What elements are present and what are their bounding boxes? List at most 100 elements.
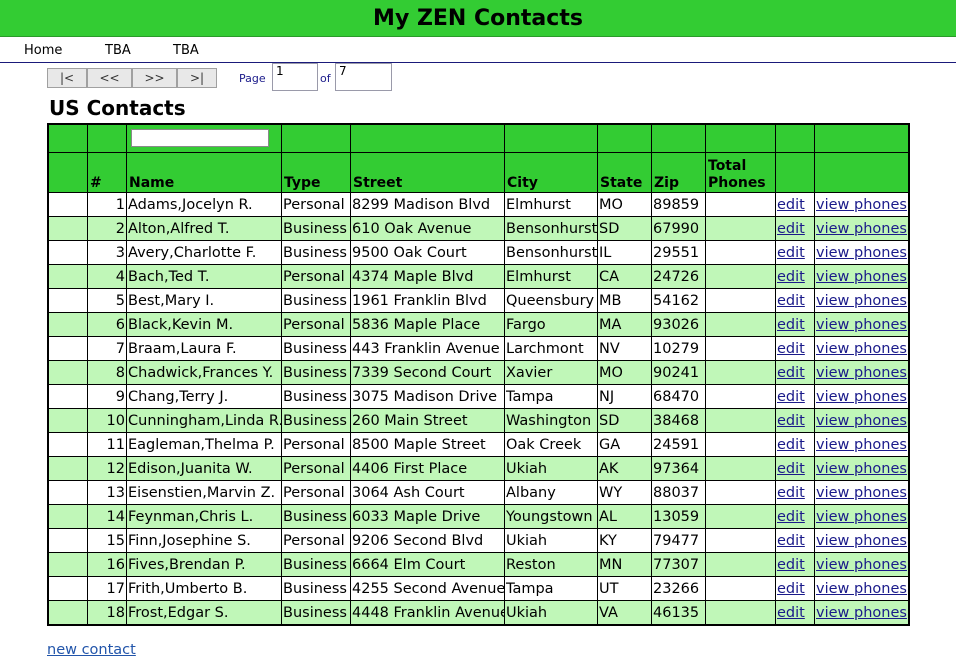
number-cell: 16 (88, 553, 126, 576)
edit-link[interactable]: edit (777, 317, 805, 333)
city-cell: Xavier (505, 361, 597, 384)
state-cell: SD (598, 409, 651, 432)
column-header-city[interactable]: City (505, 153, 597, 192)
type-cell: Business (282, 217, 350, 240)
zip-cell: 77307 (652, 553, 705, 576)
street-cell: 5836 Maple Place (351, 313, 504, 336)
view-phones-link[interactable]: view phones (816, 365, 907, 381)
view-phones-link[interactable]: view phones (816, 389, 907, 405)
edit-link[interactable]: edit (777, 605, 805, 621)
table-row[interactable]: 11 Eagleman,Thelma P. Personal 8500 Maple S… (49, 433, 908, 456)
view-phones-link[interactable]: view phones (816, 341, 907, 357)
view-phones-link[interactable]: view phones (816, 245, 907, 261)
edit-link[interactable]: edit (777, 533, 805, 549)
table-row[interactable]: 12 Edison,Juanita W. Personal 4406 First Pl… (49, 457, 908, 480)
edit-link[interactable]: edit (777, 389, 805, 405)
edit-link[interactable]: edit (777, 413, 805, 429)
edit-link[interactable]: edit (777, 437, 805, 453)
view-phones-link[interactable]: view phones (816, 605, 907, 621)
table-row[interactable]: 10 Cunningham,Linda R. Business 260 Main St… (49, 409, 908, 432)
view-phones-link[interactable]: view phones (816, 437, 907, 453)
view-phones-link[interactable]: view phones (816, 317, 907, 333)
edit-link[interactable]: edit (777, 293, 805, 309)
view-phones-link[interactable]: view phones (816, 581, 907, 597)
column-header-street[interactable]: Street (351, 153, 504, 192)
edit-link[interactable]: edit (777, 245, 805, 261)
column-header-state[interactable]: State (598, 153, 651, 192)
view-phones-link[interactable]: view phones (816, 557, 907, 573)
edit-link[interactable]: edit (777, 581, 805, 597)
select-cell (49, 505, 87, 528)
table-row[interactable]: 16 Fives,Brendan P. Business 6664 Elm Court… (49, 553, 908, 576)
view-phones-link[interactable]: view phones (816, 293, 907, 309)
street-cell: 4374 Maple Blvd (351, 265, 504, 288)
number-cell: 5 (88, 289, 126, 312)
edit-link[interactable]: edit (777, 485, 805, 501)
state-cell: SD (598, 217, 651, 240)
current-page-input[interactable] (272, 63, 318, 91)
table-row[interactable]: 13 Eisenstien,Marvin Z. Personal 3064 Ash C… (49, 481, 908, 504)
edit-link[interactable]: edit (777, 557, 805, 573)
table-row[interactable]: 6 Black,Kevin M. Personal 5836 Maple Place F… (49, 313, 908, 336)
menu-item-home[interactable]: Home (24, 43, 62, 58)
view-phones-link[interactable]: view phones (816, 269, 907, 285)
view-phones-cell: view phones (815, 553, 908, 576)
view-phones-cell: view phones (815, 241, 908, 264)
total-phones-cell (706, 217, 775, 240)
table-row[interactable]: 8 Chadwick,Frances Y. Business 7339 Second … (49, 361, 908, 384)
number-cell: 17 (88, 577, 126, 600)
table-row[interactable]: 1 Adams,Jocelyn R. Personal 8299 Madison Bl… (49, 193, 908, 216)
edit-link[interactable]: edit (777, 509, 805, 525)
column-header-name[interactable]: Name (127, 153, 281, 192)
total-phones-cell (706, 577, 775, 600)
column-header-total-phones[interactable]: Total Phones (706, 153, 775, 192)
new-contact-link[interactable]: new contact (47, 642, 136, 658)
table-row[interactable]: 15 Finn,Josephine S. Personal 9206 Second B… (49, 529, 908, 552)
edit-link[interactable]: edit (777, 461, 805, 477)
edit-cell: edit (776, 577, 814, 600)
table-row[interactable]: 3 Avery,Charlotte F. Business 9500 Oak Cour… (49, 241, 908, 264)
view-phones-cell: view phones (815, 505, 908, 528)
street-cell: 3064 Ash Court (351, 481, 504, 504)
table-row[interactable]: 7 Braam,Laura F. Business 443 Franklin Aven… (49, 337, 908, 360)
table-row[interactable]: 17 Frith,Umberto B. Business 4255 Second Av… (49, 577, 908, 600)
street-cell: 6664 Elm Court (351, 553, 504, 576)
table-row[interactable]: 9 Chang,Terry J. Business 3075 Madison Driv… (49, 385, 908, 408)
street-cell: 8299 Madison Blvd (351, 193, 504, 216)
first-page-button[interactable]: |< (47, 68, 87, 88)
table-row[interactable]: 14 Feynman,Chris L. Business 6033 Maple Dri… (49, 505, 908, 528)
filter-cell (88, 125, 126, 152)
last-page-button[interactable]: >| (177, 68, 217, 88)
view-phones-link[interactable]: view phones (816, 461, 907, 477)
number-cell: 13 (88, 481, 126, 504)
table-row[interactable]: 2 Alton,Alfred T. Business 610 Oak Avenue Be… (49, 217, 908, 240)
zip-cell: 24726 (652, 265, 705, 288)
name-filter-input[interactable] (131, 129, 269, 148)
edit-link[interactable]: edit (777, 269, 805, 285)
menu-item-tba-1[interactable]: TBA (105, 43, 131, 58)
column-header-zip[interactable]: Zip (652, 153, 705, 192)
view-phones-link[interactable]: view phones (816, 485, 907, 501)
column-header-number[interactable]: # (88, 153, 126, 192)
next-page-button[interactable]: >> (132, 68, 177, 88)
table-row[interactable]: 4 Bach,Ted T. Personal 4374 Maple Blvd Elmhu… (49, 265, 908, 288)
table-row[interactable]: 5 Best,Mary I. Business 1961 Franklin Blvd Q… (49, 289, 908, 312)
filter-cell (282, 125, 350, 152)
view-phones-link[interactable]: view phones (816, 413, 907, 429)
filter-cell (505, 125, 597, 152)
prev-page-button[interactable]: << (87, 68, 132, 88)
edit-link[interactable]: edit (777, 197, 805, 213)
edit-link[interactable]: edit (777, 341, 805, 357)
state-cell: UT (598, 577, 651, 600)
view-phones-link[interactable]: view phones (816, 533, 907, 549)
zip-cell: 89859 (652, 193, 705, 216)
view-phones-link[interactable]: view phones (816, 509, 907, 525)
type-cell: Business (282, 241, 350, 264)
menu-item-tba-2[interactable]: TBA (173, 43, 199, 58)
edit-link[interactable]: edit (777, 365, 805, 381)
edit-link[interactable]: edit (777, 221, 805, 237)
view-phones-link[interactable]: view phones (816, 221, 907, 237)
table-row[interactable]: 18 Frost,Edgar S. Business 4448 Franklin Av… (49, 601, 908, 624)
column-header-type[interactable]: Type (282, 153, 350, 192)
view-phones-link[interactable]: view phones (816, 197, 907, 213)
